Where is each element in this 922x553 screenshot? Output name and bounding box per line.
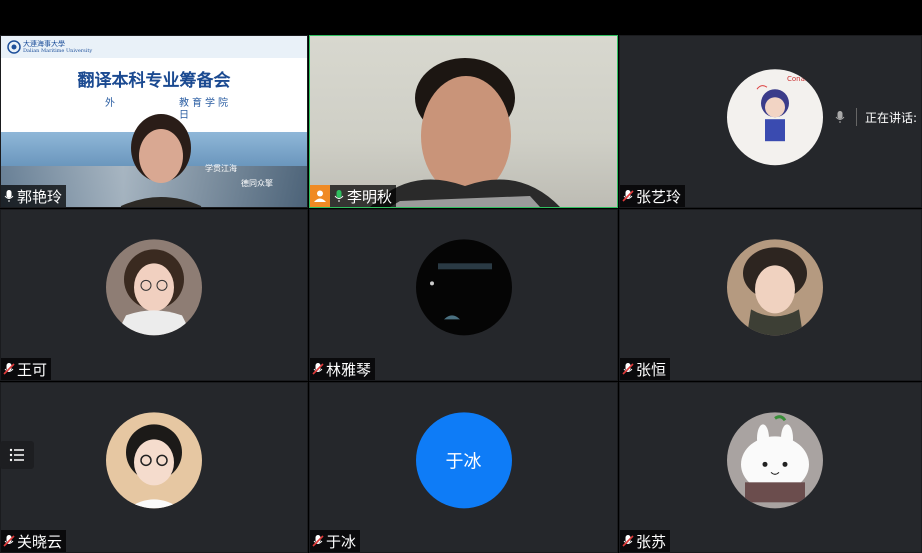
mic-muted-icon bbox=[3, 535, 15, 547]
participant-name: 郭艳玲 bbox=[17, 187, 63, 206]
mic-muted-icon bbox=[3, 363, 15, 375]
participant-list-button[interactable] bbox=[0, 441, 34, 469]
participant-avatar bbox=[106, 411, 202, 508]
shared-slide: 大連海事大學 Dalian Maritime University 翻译本科专业… bbox=[1, 36, 307, 207]
video-tile-9[interactable]: 张苏 bbox=[619, 382, 922, 553]
video-tile-1[interactable]: 大連海事大學 Dalian Maritime University 翻译本科专业… bbox=[0, 35, 308, 208]
host-icon bbox=[310, 185, 330, 207]
mic-icon bbox=[835, 111, 845, 123]
participant-avatar: Conan bbox=[727, 68, 823, 165]
list-menu-icon bbox=[9, 448, 24, 462]
participant-name: 张苏 bbox=[636, 532, 667, 551]
speaking-indicator: 正在讲话: bbox=[834, 106, 917, 128]
slide-subtitle-left: 外 bbox=[105, 98, 118, 109]
slide-title: 翻译本科专业筹备会 bbox=[77, 71, 231, 91]
top-bar bbox=[0, 0, 922, 35]
participant-name-bar: 郭艳玲 bbox=[1, 185, 67, 207]
mic-muted-icon bbox=[312, 535, 324, 547]
divider bbox=[856, 108, 857, 126]
participant-name: 李明秋 bbox=[347, 187, 393, 206]
video-tile-7[interactable]: 关晓云 bbox=[0, 382, 308, 553]
mic-muted-icon bbox=[312, 363, 324, 375]
participant-avatar: 于冰 bbox=[415, 411, 512, 508]
video-tile-2[interactable]: 李明秋 bbox=[309, 35, 618, 208]
video-tile-4[interactable]: 王可 bbox=[0, 209, 308, 381]
participant-name: 张艺玲 bbox=[636, 187, 682, 206]
video-tile-5[interactable]: 林雅琴 bbox=[309, 209, 618, 381]
participant-name-bar: 张恒 bbox=[620, 358, 671, 380]
slide-script-2: 德同众擎 bbox=[241, 179, 273, 188]
university-logo-icon bbox=[7, 40, 21, 54]
participant-name-bar: 王可 bbox=[1, 358, 52, 380]
mic-muted-icon bbox=[622, 535, 634, 547]
video-tile-8[interactable]: 于冰 于冰 bbox=[309, 382, 618, 553]
speaking-label: 正在讲话: bbox=[865, 110, 918, 125]
mic-muted-icon bbox=[622, 363, 634, 375]
participant-name: 王可 bbox=[17, 360, 48, 379]
mic-icon bbox=[334, 190, 344, 202]
participant-avatar bbox=[415, 239, 512, 336]
mic-muted-icon bbox=[622, 190, 634, 202]
participant-avatar bbox=[727, 411, 823, 508]
participant-avatar bbox=[727, 239, 823, 336]
participant-name-bar: 张艺玲 bbox=[620, 185, 686, 207]
participant-video-1 bbox=[120, 114, 202, 207]
participant-name-bar: 关晓云 bbox=[1, 530, 67, 552]
participant-video-2 bbox=[310, 36, 617, 207]
participant-name-bar: 张苏 bbox=[620, 530, 671, 552]
slide-script-1: 学贯江海 bbox=[205, 164, 237, 173]
slide-university-en: Dalian Maritime University bbox=[23, 48, 93, 54]
participant-name-bar: 李明秋 bbox=[310, 185, 397, 207]
participant-name: 于冰 bbox=[326, 532, 357, 551]
participant-name: 关晓云 bbox=[17, 532, 63, 551]
svg-text:Conan: Conan bbox=[787, 75, 809, 83]
participant-name-bar: 于冰 bbox=[310, 530, 361, 552]
participant-name-bar: 林雅琴 bbox=[310, 358, 376, 380]
mic-icon bbox=[4, 190, 14, 202]
participant-avatar bbox=[106, 239, 202, 336]
video-tile-6[interactable]: 张恒 bbox=[619, 209, 922, 381]
participant-name: 林雅琴 bbox=[326, 360, 372, 379]
participant-name: 张恒 bbox=[636, 360, 667, 379]
